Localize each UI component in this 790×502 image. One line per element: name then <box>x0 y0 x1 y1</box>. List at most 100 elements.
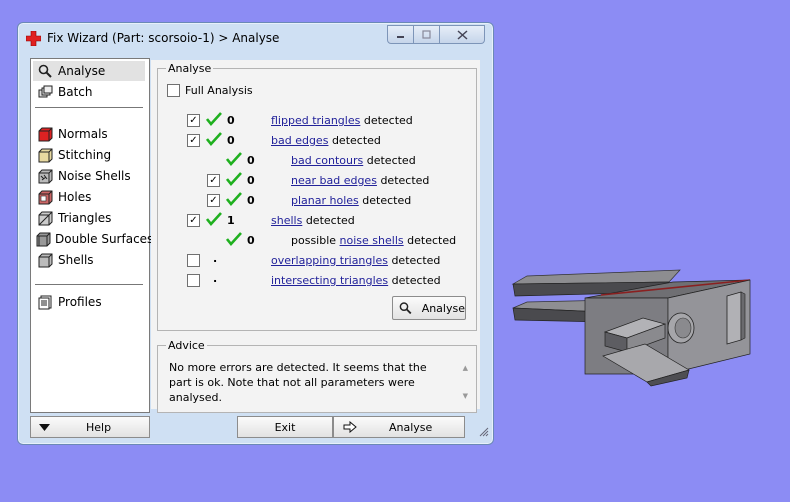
overlapping-triangles-link[interactable]: overlapping triangles <box>271 254 388 267</box>
scroll-up-icon[interactable]: ▲ <box>463 364 468 372</box>
window-controls <box>387 25 485 44</box>
close-icon <box>457 29 467 40</box>
normals-cube-icon <box>36 126 54 142</box>
stitching-cube-icon <box>36 147 54 163</box>
intersecting-triangles-count: . <box>213 272 218 285</box>
analyse-group-label: Analyse <box>166 62 214 75</box>
sidebar-item-noise-shells[interactable]: Noise Shells <box>33 166 145 186</box>
sidebar-item-double-surfaces[interactable]: Double Surfaces <box>33 229 153 249</box>
analyse-button-label: Analyse <box>421 301 465 315</box>
sidebar-divider <box>35 284 143 285</box>
bad-edges-count: 0 <box>227 134 235 147</box>
advice-group-label: Advice <box>166 339 207 352</box>
intersecting-triangles-link[interactable]: intersecting triangles <box>271 274 388 287</box>
bad-contours-count: 0 <box>247 154 255 167</box>
sidebar-item-label: Batch <box>58 85 93 99</box>
near-bad-edges-checkbox[interactable]: ✓ <box>207 174 220 187</box>
sidebar-item-label: Shells <box>58 253 94 267</box>
near-bad-edges-row: near bad edges detected <box>291 174 429 187</box>
shells-link[interactable]: shells <box>271 214 302 227</box>
full-analysis-checkbox[interactable] <box>167 84 180 97</box>
maximize-icon <box>422 30 431 39</box>
3d-part-model[interactable] <box>505 262 765 387</box>
resize-grip-icon[interactable] <box>479 427 489 437</box>
row-suffix: detected <box>363 114 413 127</box>
flipped-triangles-count: 0 <box>227 114 235 127</box>
row-suffix: detected <box>380 174 430 187</box>
intersecting-triangles-row: intersecting triangles detected <box>271 274 441 287</box>
maximize-button[interactable] <box>414 25 440 44</box>
sidebar: Analyse Batch Normals Stitching Noise Sh… <box>30 58 153 413</box>
sidebar-item-label: Noise Shells <box>58 169 131 183</box>
sidebar-item-normals[interactable]: Normals <box>33 124 145 144</box>
triangle-down-icon <box>39 423 50 431</box>
row-suffix: detected <box>391 274 441 287</box>
sidebar-item-stitching[interactable]: Stitching <box>33 145 145 165</box>
profiles-icon <box>36 294 54 310</box>
batch-icon <box>36 84 54 100</box>
sidebar-item-label: Double Surfaces <box>55 232 154 246</box>
bad-contours-link[interactable]: bad contours <box>291 154 363 167</box>
sidebar-item-label: Normals <box>58 127 108 141</box>
holes-cube-icon <box>36 189 54 205</box>
title-bar[interactable]: Fix Wizard (Part: scorsoio-1) > Analyse <box>18 23 493 53</box>
sidebar-item-holes[interactable]: Holes <box>33 187 145 207</box>
intersecting-triangles-checkbox[interactable] <box>187 274 200 287</box>
minimize-button[interactable] <box>387 25 414 44</box>
content-panel: Analyse Full Analysis ✓ 0 flipped triang… <box>149 58 482 413</box>
help-button[interactable]: Help <box>30 416 150 438</box>
overlapping-triangles-checkbox[interactable] <box>187 254 200 267</box>
near-bad-edges-count: 0 <box>247 174 255 187</box>
help-button-label: Help <box>86 420 112 434</box>
scroll-down-icon[interactable]: ▼ <box>463 392 468 400</box>
noise-shells-link[interactable]: noise shells <box>340 234 404 247</box>
shells-checkbox[interactable]: ✓ <box>187 214 200 227</box>
analyse-button[interactable]: Analyse <box>392 296 466 320</box>
planar-holes-count: 0 <box>247 194 255 207</box>
planar-holes-checkbox[interactable]: ✓ <box>207 194 220 207</box>
noise-shells-row: possible noise shells detected <box>291 234 456 247</box>
row-suffix: detected <box>331 134 381 147</box>
row-suffix: detected <box>362 194 412 207</box>
check-icon <box>206 112 222 126</box>
analyse-next-button[interactable]: Analyse <box>333 416 465 438</box>
analyse-group: Analyse Full Analysis ✓ 0 flipped triang… <box>157 62 477 331</box>
noise-shells-count: 0 <box>247 234 255 247</box>
sidebar-item-label: Triangles <box>58 211 112 225</box>
bad-edges-checkbox[interactable]: ✓ <box>187 134 200 147</box>
overlapping-triangles-count: . <box>213 252 218 265</box>
bad-edges-link[interactable]: bad edges <box>271 134 328 147</box>
sidebar-item-analyse[interactable]: Analyse <box>33 61 145 81</box>
window-title: Fix Wizard (Part: scorsoio-1) > Analyse <box>47 31 280 45</box>
arrow-right-icon <box>343 421 357 433</box>
near-bad-edges-link[interactable]: near bad edges <box>291 174 377 187</box>
row-suffix: detected <box>366 154 416 167</box>
sidebar-item-triangles[interactable]: Triangles <box>33 208 145 228</box>
fix-wizard-window: Fix Wizard (Part: scorsoio-1) > Analyse … <box>17 22 494 445</box>
full-analysis-label: Full Analysis <box>185 84 253 97</box>
sidebar-item-profiles[interactable]: Profiles <box>33 292 145 312</box>
planar-holes-row: planar holes detected <box>291 194 411 207</box>
double-surfaces-icon <box>36 231 51 247</box>
shells-cube-icon <box>36 252 54 268</box>
planar-holes-link[interactable]: planar holes <box>291 194 359 207</box>
sidebar-divider <box>35 107 143 108</box>
red-cross-icon <box>26 31 41 46</box>
shells-row: shells detected <box>271 214 355 227</box>
sidebar-item-shells[interactable]: Shells <box>33 250 145 270</box>
shells-count: 1 <box>227 214 235 227</box>
triangles-cube-icon <box>36 210 54 226</box>
check-icon <box>226 152 242 166</box>
exit-button[interactable]: Exit <box>237 416 333 438</box>
flipped-triangles-checkbox[interactable]: ✓ <box>187 114 200 127</box>
check-icon <box>226 172 242 186</box>
noise-shells-icon <box>36 168 54 184</box>
overlapping-triangles-row: overlapping triangles detected <box>271 254 440 267</box>
advice-text: No more errors are detected. It seems th… <box>169 361 427 404</box>
check-icon <box>226 232 242 246</box>
sidebar-item-label: Profiles <box>58 295 102 309</box>
sidebar-item-batch[interactable]: Batch <box>33 82 145 102</box>
check-icon <box>206 212 222 226</box>
flipped-triangles-link[interactable]: flipped triangles <box>271 114 360 127</box>
close-button[interactable] <box>440 25 485 44</box>
